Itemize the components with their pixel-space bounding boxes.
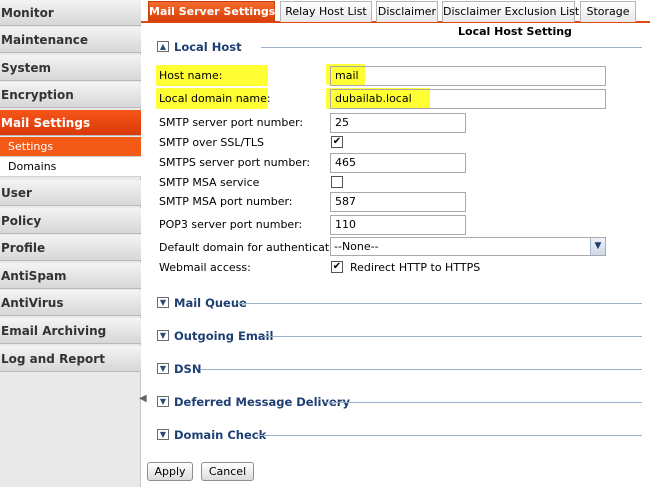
sidebar: Monitor Maintenance System Encryption Ma… xyxy=(0,0,141,487)
collapse-up-icon[interactable]: ▲ xyxy=(157,41,169,52)
section-domain-check: ▼ Domain Check xyxy=(157,428,642,442)
section-divider xyxy=(237,303,642,304)
webmail-redirect-checkbox[interactable]: ✔ xyxy=(331,261,343,273)
sidebar-item-log-and-report[interactable]: Log and Report xyxy=(0,346,141,372)
section-divider xyxy=(261,47,642,48)
smtp-port-label: SMTP server port number: xyxy=(159,116,304,129)
host-name-input[interactable]: mail xyxy=(330,66,606,86)
section-deferred-message-delivery: ▼ Deferred Message Delivery xyxy=(157,395,642,409)
host-name-label: Host name: xyxy=(159,69,223,82)
section-dsn: ▼ DSN xyxy=(157,362,642,376)
msa-port-label: SMTP MSA port number: xyxy=(159,195,293,208)
section-divider xyxy=(201,369,642,370)
default-domain-select[interactable]: --None-- ▼ xyxy=(330,237,606,256)
section-deferred-message-delivery-label[interactable]: Deferred Message Delivery xyxy=(174,395,350,409)
section-dsn-label[interactable]: DSN xyxy=(174,362,201,376)
tab-disclaimer[interactable]: Disclaimer xyxy=(376,1,438,22)
smtp-port-input[interactable]: 25 xyxy=(330,113,466,133)
msa-service-checkbox[interactable] xyxy=(331,176,343,188)
webmail-access-label: Webmail access: xyxy=(159,261,251,274)
sidebar-item-monitor[interactable]: Monitor xyxy=(0,0,141,26)
section-divider xyxy=(325,402,642,403)
sidebar-item-email-archiving[interactable]: Email Archiving xyxy=(0,318,141,344)
pop3-port-label: POP3 server port number: xyxy=(159,218,303,231)
expand-down-icon[interactable]: ▼ xyxy=(157,297,169,308)
sidebar-item-encryption[interactable]: Encryption xyxy=(0,82,141,108)
sidebar-item-policy[interactable]: Policy xyxy=(0,208,141,234)
section-divider xyxy=(263,336,642,337)
expand-down-icon[interactable]: ▼ xyxy=(157,363,169,374)
chevron-left-icon[interactable]: ◀ xyxy=(139,393,147,405)
section-mail-queue-label[interactable]: Mail Queue xyxy=(174,296,247,310)
local-domain-label: Local domain name: xyxy=(159,92,271,105)
section-outgoing-email: ▼ Outgoing Email xyxy=(157,329,642,343)
apply-button[interactable]: Apply xyxy=(147,462,193,481)
expand-down-icon[interactable]: ▼ xyxy=(157,330,169,341)
sidebar-item-system[interactable]: System xyxy=(0,55,141,81)
sidebar-item-antispam[interactable]: AntiSpam xyxy=(0,263,141,289)
smtp-ssl-checkbox[interactable]: ✔ xyxy=(331,136,343,148)
cancel-button[interactable]: Cancel xyxy=(201,462,254,481)
tab-bar: Mail Server Settings Relay Host List Dis… xyxy=(141,0,650,23)
sidebar-item-mail-settings[interactable]: Mail Settings xyxy=(0,110,141,136)
sidebar-subitem-settings[interactable]: Settings xyxy=(0,137,141,157)
pop3-port-input[interactable]: 110 xyxy=(330,215,466,235)
smtps-port-label: SMTPS server port number: xyxy=(159,156,311,169)
panel-title: Local Host Setting xyxy=(458,25,572,38)
default-domain-label: Default domain for authentication: xyxy=(159,241,350,254)
section-domain-check-label[interactable]: Domain Check xyxy=(174,428,266,442)
section-outgoing-email-label[interactable]: Outgoing Email xyxy=(174,329,273,343)
msa-port-input[interactable]: 587 xyxy=(330,192,466,212)
expand-down-icon[interactable]: ▼ xyxy=(157,396,169,407)
tab-storage[interactable]: Storage xyxy=(580,1,636,22)
chevron-down-icon[interactable]: ▼ xyxy=(590,238,605,255)
section-divider xyxy=(257,435,642,436)
section-local-host-label[interactable]: Local Host xyxy=(174,40,242,54)
sidebar-item-profile[interactable]: Profile xyxy=(0,235,141,261)
smtps-port-input[interactable]: 465 xyxy=(330,153,466,173)
local-domain-input[interactable]: dubailab.local xyxy=(330,89,606,109)
msa-service-label: SMTP MSA service xyxy=(159,176,260,189)
sidebar-item-user[interactable]: User xyxy=(0,180,141,206)
tab-disclaimer-exclusion-list[interactable]: Disclaimer Exclusion List xyxy=(442,1,579,22)
sidebar-item-antivirus[interactable]: AntiVirus xyxy=(0,290,141,316)
default-domain-value: --None-- xyxy=(334,240,379,253)
webmail-redirect-label: Redirect HTTP to HTTPS xyxy=(350,261,481,274)
section-mail-queue: ▼ Mail Queue xyxy=(157,296,642,310)
tab-mail-server-settings[interactable]: Mail Server Settings xyxy=(148,1,275,22)
section-local-host: ▲ Local Host xyxy=(157,40,642,54)
expand-down-icon[interactable]: ▼ xyxy=(157,429,169,440)
sidebar-item-maintenance[interactable]: Maintenance xyxy=(0,27,141,53)
smtp-ssl-label: SMTP over SSL/TLS xyxy=(159,136,264,149)
tab-relay-host-list[interactable]: Relay Host List xyxy=(280,1,372,22)
sidebar-subitem-domains[interactable]: Domains xyxy=(0,157,141,177)
